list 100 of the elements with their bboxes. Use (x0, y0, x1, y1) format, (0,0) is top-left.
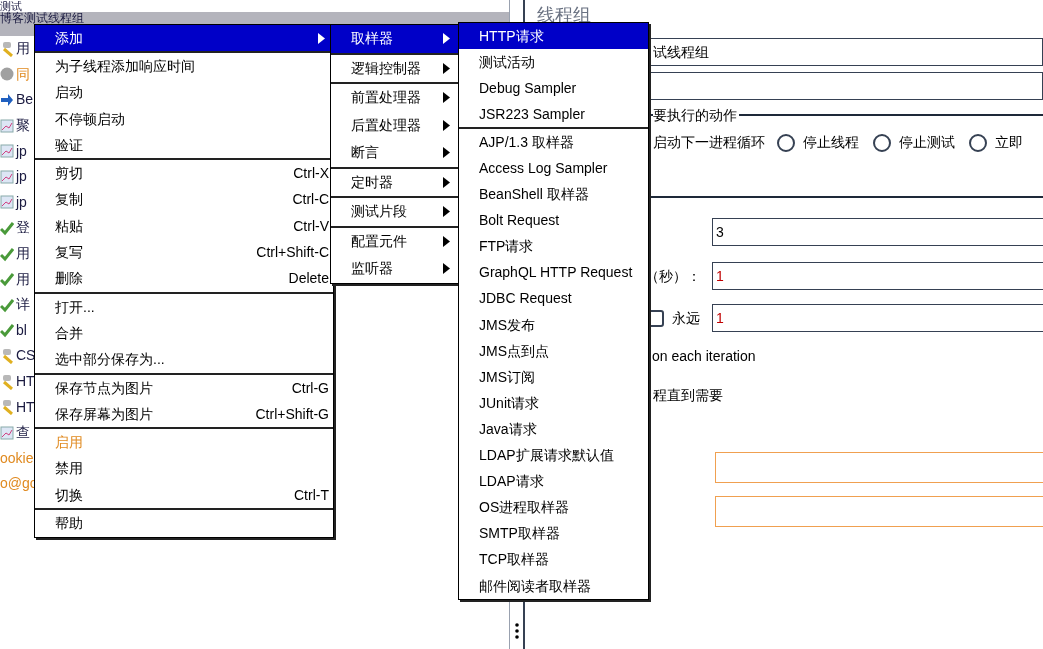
menu-item[interactable]: 帮助 (35, 510, 333, 537)
menu-item[interactable]: JUnit请求 (459, 390, 648, 417)
menu-item[interactable]: 启动 (35, 79, 333, 106)
radio-button[interactable] (969, 133, 987, 152)
input-field[interactable]: 3 (712, 218, 1043, 246)
menu-item[interactable]: 选中部分保存为... (35, 346, 333, 373)
menu-item[interactable]: 不停顿启动 (35, 105, 333, 133)
menu-item[interactable]: Access Log Sampler (459, 155, 648, 182)
menu-item[interactable]: 定时器 (331, 168, 458, 196)
menu-item[interactable]: 配置元件 (331, 227, 458, 255)
shortcut-label: Ctrl-X (293, 164, 329, 184)
input-field[interactable]: 1 (712, 262, 1043, 290)
menu-item[interactable]: 保存节点为图片 Ctrl-G (35, 374, 333, 402)
shortcut-label: Delete (288, 269, 329, 289)
menu-item[interactable]: 测试片段 (331, 198, 458, 226)
menu-item[interactable]: TCP取样器 (459, 546, 648, 573)
menu-item[interactable]: LDAP请求 (459, 468, 648, 495)
tree-item[interactable]: HT (16, 371, 35, 392)
menu-item[interactable]: 监听器 (331, 255, 458, 283)
shortcut-label: Ctrl-C (292, 190, 329, 210)
menu-item[interactable]: GraphQL HTTP Request (459, 259, 648, 286)
menu-item[interactable]: BeanShell 取样器 (459, 181, 648, 208)
check-icon (0, 296, 14, 313)
menu-item[interactable]: 打开... (35, 293, 333, 321)
menu-item[interactable]: 添加 (35, 25, 333, 52)
menu-item[interactable]: 为子线程添加响应时间 (35, 53, 333, 80)
menu-item[interactable]: 切换 Ctrl-T (35, 482, 333, 509)
tree-item[interactable]: bl (16, 319, 27, 341)
submenu-arrow-icon (443, 119, 450, 131)
tree-item[interactable]: 用 (16, 268, 30, 290)
radio-button[interactable] (873, 133, 891, 152)
menu-item[interactable]: JDBC Request (459, 285, 648, 313)
menu-item[interactable]: 粘贴 Ctrl-V (35, 213, 333, 240)
menu-item[interactable]: JMS订阅 (459, 364, 648, 391)
submenu-arrow-icon (443, 33, 450, 45)
menu-item[interactable]: 邮件阅读者取样器 (459, 572, 648, 600)
tree-item[interactable]: 登 (16, 217, 30, 239)
tree-item[interactable]: CS (16, 345, 36, 367)
submenu-arrow-icon (443, 147, 450, 159)
submenu-arrow-icon (443, 206, 450, 218)
menu-item[interactable]: AJP/1.3 取样器 (459, 129, 648, 156)
option-text: 程直到需要 (653, 386, 724, 405)
menu-item[interactable]: 删除 Delete (35, 265, 333, 292)
wrench-icon (0, 399, 14, 416)
menu-item[interactable]: 逻辑控制器 (331, 54, 458, 82)
menu-item[interactable]: 前置处理器 (331, 84, 458, 112)
menu-item[interactable]: 断言 (331, 139, 458, 167)
tree-item[interactable]: 测试 (0, 0, 22, 12)
tree-item[interactable]: jp (16, 140, 27, 162)
tree-item[interactable]: jp (16, 166, 27, 188)
tree-item[interactable]: 详 (16, 294, 30, 316)
menu-item[interactable]: 复制 Ctrl-C (35, 186, 333, 214)
tree-item[interactable]: 查 (16, 422, 30, 444)
wrench-icon (0, 40, 14, 57)
tree-item[interactable]: 博客测试线程组 (0, 12, 84, 24)
tree-item[interactable]: 用 (16, 38, 30, 60)
menu-item[interactable]: 测试活动 (459, 49, 648, 76)
check-icon (0, 271, 14, 288)
menu-item[interactable]: 保存屏幕为图片 Ctrl+Shift-G (35, 401, 333, 428)
input-field[interactable] (715, 452, 1043, 483)
radio-label: 立即 (995, 133, 1023, 152)
menu-item[interactable]: LDAP扩展请求默认值 (459, 442, 648, 469)
menu-item[interactable]: HTTP请求 (459, 23, 648, 50)
menu-item[interactable]: OS进程取样器 (459, 494, 648, 521)
shortcut-label: Ctrl-G (291, 378, 329, 398)
menu-item[interactable]: FTP请求 (459, 233, 648, 260)
submenu-arrow-icon (443, 263, 450, 275)
chart-icon (0, 424, 14, 441)
shortcut-label: Ctrl-V (293, 216, 329, 236)
menu-item[interactable]: Java请求 (459, 416, 648, 443)
radio-button[interactable] (777, 133, 795, 152)
menu-item[interactable]: 合并 (35, 320, 333, 347)
check-icon (0, 245, 14, 262)
shortcut-label: Ctrl+Shift-C (256, 243, 329, 262)
input-field[interactable] (715, 496, 1043, 527)
menu-item[interactable]: Debug Sampler (459, 75, 648, 102)
menu-item[interactable]: JMS发布 (459, 312, 648, 339)
wrench-icon (0, 373, 14, 390)
menu-item[interactable]: 验证 (35, 132, 333, 159)
tree-item[interactable]: Be (16, 89, 34, 111)
menu-item[interactable]: 禁用 (35, 455, 333, 483)
tree-item[interactable]: jp (16, 191, 27, 213)
submenu-arrow-icon (443, 92, 450, 104)
menu-item[interactable]: 剪切 Ctrl-X (35, 160, 333, 187)
input-field[interactable]: 1 (712, 304, 1043, 332)
submenu-arrow-icon (443, 235, 450, 247)
shortcut-label: Ctrl+Shift-G (255, 404, 329, 424)
splitter-handle-icon[interactable] (514, 623, 519, 639)
option-text: on each iteration (652, 347, 757, 366)
menu-item[interactable]: 后置处理器 (331, 111, 458, 139)
menu-item[interactable]: Bolt Request (459, 207, 648, 234)
menu-item[interactable]: JSR223 Sampler (459, 101, 648, 128)
tree-item[interactable]: HT (16, 396, 35, 418)
menu-item[interactable]: SMTP取样器 (459, 520, 648, 547)
menu-item[interactable]: 取样器 (331, 25, 458, 53)
submenu-arrow-icon (443, 176, 450, 188)
tree-item[interactable]: 用 (16, 243, 30, 265)
tree-item[interactable]: 聚 (16, 115, 30, 137)
menu-item[interactable]: 复写 Ctrl+Shift-C (35, 239, 333, 266)
menu-item[interactable]: JMS点到点 (459, 338, 648, 365)
